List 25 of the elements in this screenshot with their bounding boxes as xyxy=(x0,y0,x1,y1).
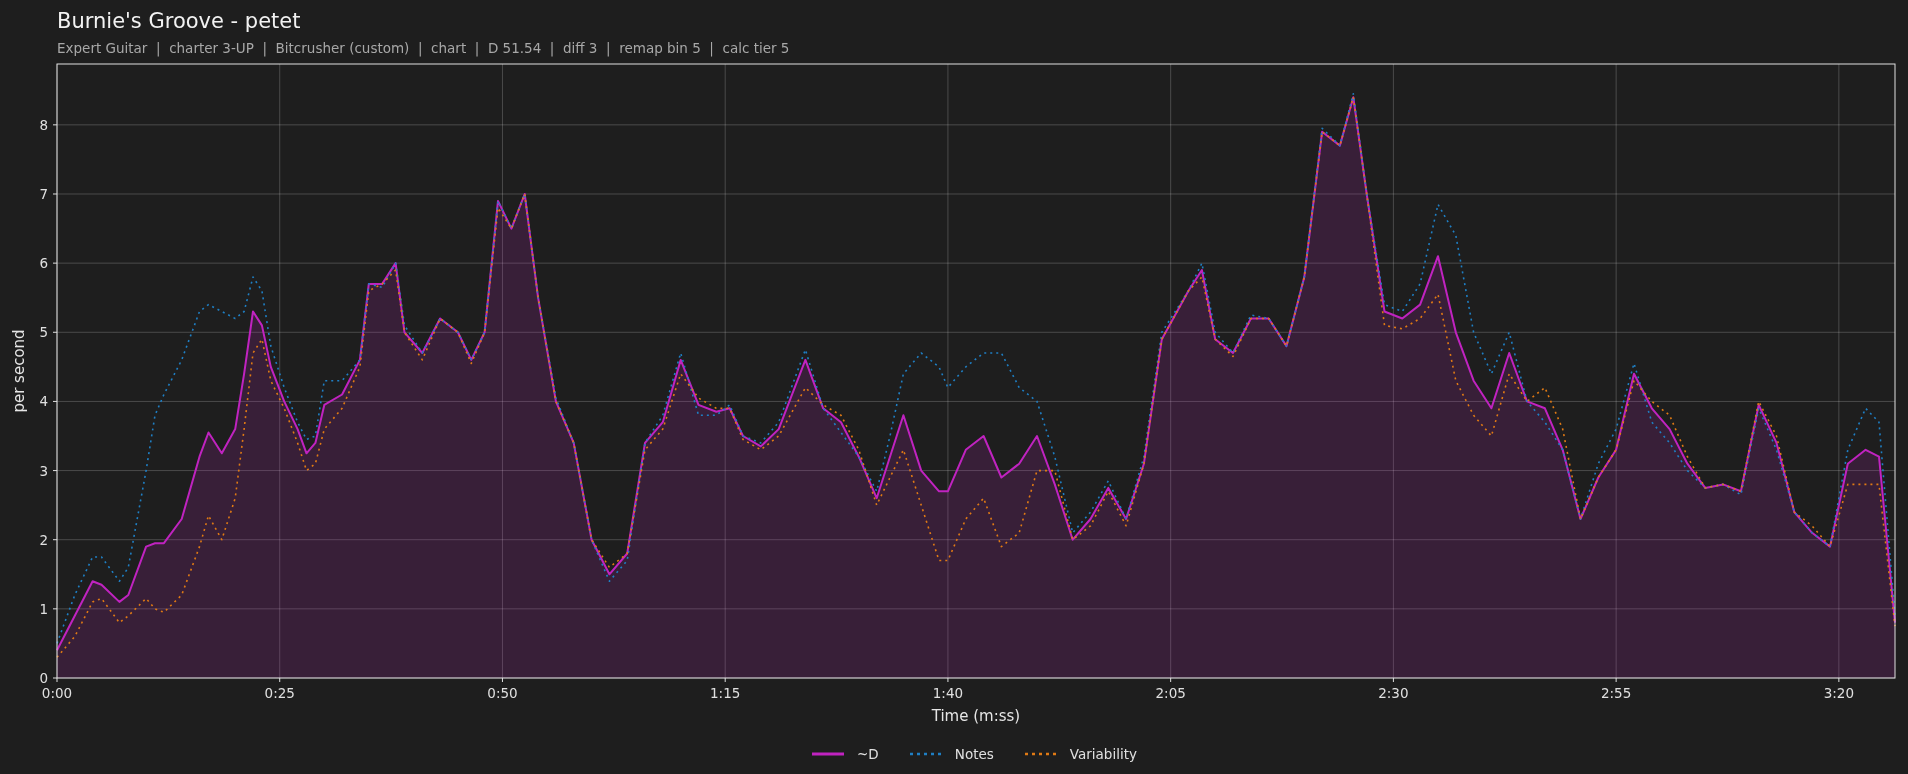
chart-subtitle: Expert Guitar | charter 3-UP | Bitcrusher (custom) | chart | D 51.54 | diff 3 | remap bin 5 | calc tier 5 xyxy=(57,40,791,57)
y-tick-label: 2 xyxy=(39,531,48,548)
y-tick-label: 3 xyxy=(39,462,48,479)
x-axis-label: Time (m:ss) xyxy=(931,707,1021,725)
x-tick-label: 0:00 xyxy=(41,685,73,701)
legend-label: Variability xyxy=(1069,746,1137,762)
y-tick-label: 8 xyxy=(39,116,48,133)
legend-label: ~D xyxy=(857,746,879,762)
x-tick-label: 2:30 xyxy=(1378,685,1409,701)
x-tick-label: 0:25 xyxy=(264,685,295,701)
y-tick-label: 7 xyxy=(39,186,48,202)
y-tick-label: 5 xyxy=(39,324,48,341)
x-tick-label: 0:50 xyxy=(487,685,518,701)
x-tick-label: 3:20 xyxy=(1823,685,1855,701)
legend-label: Notes xyxy=(954,746,994,762)
x-tick-label: 1:15 xyxy=(710,685,741,701)
y-axis-label: per second xyxy=(10,329,28,413)
x-tick-label: 2:05 xyxy=(1155,685,1186,701)
y-tick-label: 6 xyxy=(39,255,48,272)
y-tick-label: 0 xyxy=(39,670,48,686)
chart-title: Burnie's Groove - petet xyxy=(57,8,302,34)
x-tick-label: 1:40 xyxy=(932,685,964,701)
y-tick-label: 4 xyxy=(39,393,48,410)
x-tick-label: 2:55 xyxy=(1600,685,1632,701)
y-tick-label: 1 xyxy=(39,600,48,617)
